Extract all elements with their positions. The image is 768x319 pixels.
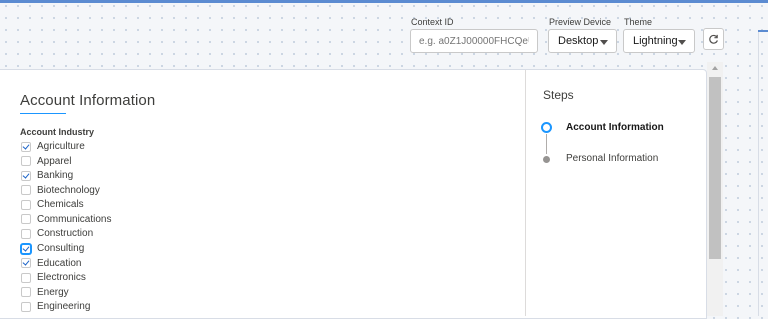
scroll-up-arrow-icon[interactable]	[712, 66, 718, 70]
top-accent-bar	[0, 0, 768, 3]
theme-select[interactable]: Lightning	[623, 29, 695, 53]
theme-value: Lightning	[633, 35, 678, 47]
refresh-button[interactable]	[703, 28, 724, 50]
checkbox-option[interactable]: Engineering	[21, 300, 90, 313]
checkbox-option[interactable]: Banking	[21, 169, 73, 182]
checkbox[interactable]	[21, 301, 31, 312]
context-id-input[interactable]	[410, 29, 538, 53]
checkbox[interactable]	[21, 156, 31, 166]
context-id-label: Context ID	[411, 17, 454, 27]
preview-device-label: Preview Device	[549, 17, 612, 27]
checkbox-label: Education	[37, 257, 82, 269]
checkbox[interactable]	[21, 272, 31, 283]
checkbox-label: Chemicals	[37, 199, 84, 210]
checkbox-label: Apparel	[37, 155, 72, 167]
checkbox-label: Consulting	[37, 243, 85, 254]
panel-divider	[525, 70, 526, 316]
steps-title: Steps	[543, 88, 574, 102]
section-title-underline	[20, 113, 66, 114]
checkbox-option[interactable]: Communications	[21, 213, 111, 226]
checkbox-label: Construction	[37, 228, 94, 239]
checkbox-option[interactable]: Chemicals	[21, 198, 84, 211]
checkbox[interactable]	[21, 185, 31, 195]
checkbox-label: Banking	[37, 170, 74, 181]
step-inactive-indicator-icon	[543, 156, 550, 163]
checkbox-option[interactable]: Biotechnology	[21, 184, 100, 197]
checkbox-label: Agriculture	[37, 141, 85, 152]
section-title: Account Information	[20, 92, 156, 109]
refresh-icon	[709, 34, 718, 44]
checkbox-option[interactable]: Energy	[21, 286, 69, 299]
checkbox-label: Communications	[37, 213, 112, 225]
checkbox-option[interactable]: Consulting	[21, 242, 84, 255]
checkbox[interactable]	[21, 141, 31, 152]
checkbox[interactable]	[21, 214, 31, 224]
field-label-account-industry: Account Industry	[20, 127, 95, 137]
step-personal-information[interactable]: Personal Information	[566, 153, 658, 164]
checkbox-label: Biotechnology	[37, 184, 100, 196]
right-panel-edge	[758, 30, 768, 316]
theme-label: Theme	[624, 17, 653, 27]
checkbox-option[interactable]: Apparel	[21, 155, 71, 168]
chevron-down-icon	[600, 40, 608, 45]
checkbox-label: Engineering	[37, 301, 91, 312]
checkbox[interactable]	[21, 243, 31, 254]
right-panel-accent	[758, 30, 768, 32]
checkbox[interactable]	[21, 170, 31, 181]
checkbox[interactable]	[21, 287, 31, 297]
step-active-indicator-icon	[541, 122, 552, 133]
step-connector	[546, 134, 547, 154]
checkbox-option[interactable]: Agriculture	[21, 140, 85, 153]
checkbox-label: Energy	[37, 286, 69, 298]
checkbox-option[interactable]: Electronics	[21, 271, 86, 284]
preview-device-value: Desktop	[558, 35, 599, 47]
preview-device-select[interactable]: Desktop	[548, 29, 617, 53]
step-account-information[interactable]: Account Information	[566, 122, 664, 133]
scrollbar-thumb[interactable]	[709, 77, 721, 259]
checkbox[interactable]	[21, 258, 31, 268]
chevron-down-icon	[678, 40, 686, 45]
checkbox-label: Electronics	[37, 272, 86, 283]
checkbox[interactable]	[21, 228, 31, 239]
checkbox-option[interactable]: Construction	[21, 227, 93, 240]
checkbox-option[interactable]: Education	[21, 257, 81, 270]
checkbox[interactable]	[21, 199, 31, 210]
